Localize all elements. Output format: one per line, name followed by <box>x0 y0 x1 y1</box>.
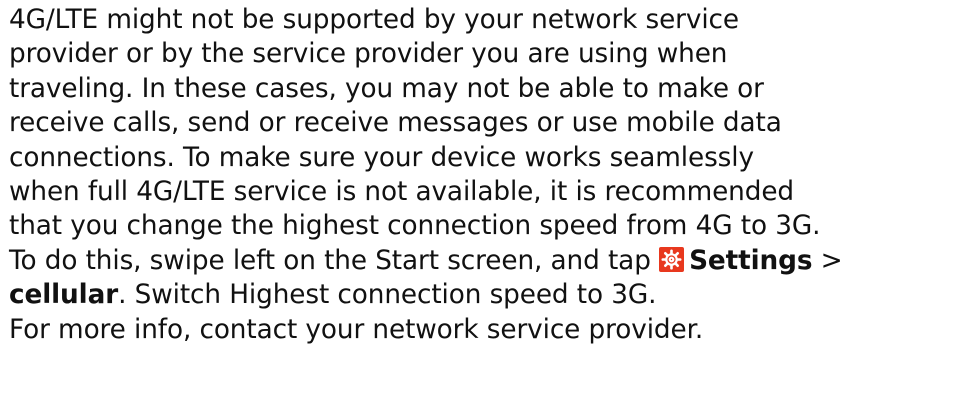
text-line-1: 4G/LTE might not be supported by your ne… <box>9 5 739 35</box>
text-line-9: cellular. Switch Highest connection spee… <box>9 278 957 312</box>
text-line-3: traveling. In these cases, you may not b… <box>9 73 764 104</box>
text-line-6: when full 4G/LTE service is not availabl… <box>9 177 795 208</box>
path-separator: > <box>812 245 843 276</box>
text-line-7: that you change the highest connection s… <box>9 211 821 242</box>
text-line-2: provider or by the service provider you … <box>9 39 728 70</box>
settings-label: Settings <box>689 245 813 276</box>
text-line-8: To do this, swipe left on the Start scre… <box>9 244 957 278</box>
text-line-5: connections. To make sure your device wo… <box>9 142 754 173</box>
cellular-label: cellular <box>9 280 119 311</box>
text-line-8-prefix: To do this, swipe left on the Start scre… <box>9 245 660 276</box>
instruction-paragraph: 4G/LTE might not be supported by your ne… <box>9 3 957 347</box>
text-line-10: For more info, contact your network serv… <box>9 314 704 345</box>
text-line-9-suffix: . Switch Highest connection speed to 3G. <box>118 280 657 311</box>
text-line-4: receive calls, send or receive messages … <box>9 108 782 139</box>
gear-icon <box>659 246 685 272</box>
